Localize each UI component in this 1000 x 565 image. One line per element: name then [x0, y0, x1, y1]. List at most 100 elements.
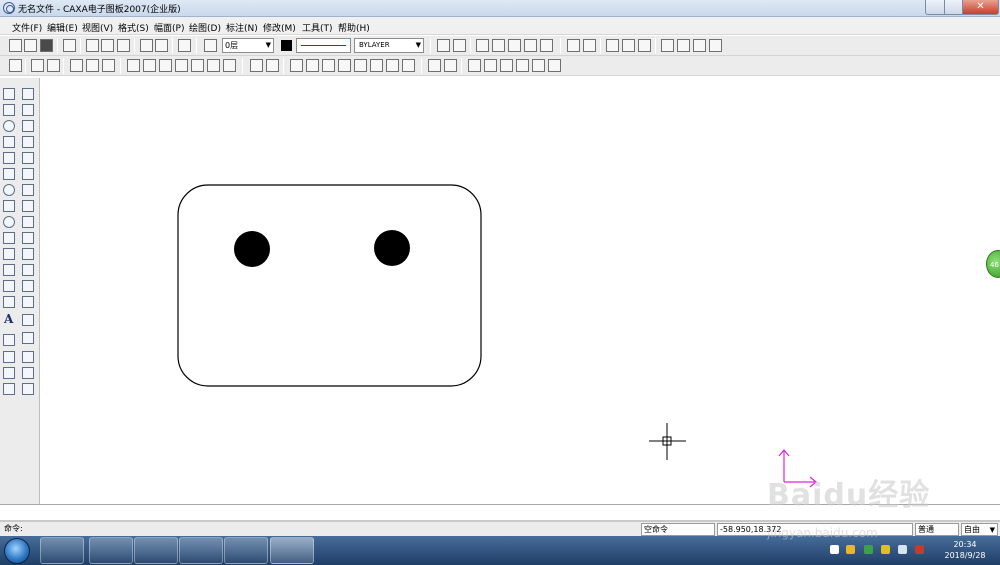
extend-tool-icon[interactable] — [22, 232, 34, 244]
library-manager-icon[interactable] — [693, 39, 706, 52]
zoom-all-icon[interactable] — [548, 59, 561, 72]
frame-icon[interactable] — [583, 39, 596, 52]
color-swatch[interactable] — [281, 40, 292, 51]
paste-icon[interactable] — [117, 39, 130, 52]
wave-line-icon[interactable] — [143, 59, 156, 72]
layer-select[interactable]: 0层 ▼ — [222, 38, 274, 53]
query-angle-icon[interactable] — [102, 59, 115, 72]
equidistant-line-tool-icon[interactable] — [3, 264, 15, 276]
pan-icon[interactable] — [444, 59, 457, 72]
chamfer-tool-icon[interactable] — [22, 314, 34, 326]
dimension-icon[interactable] — [250, 59, 263, 72]
menu-format[interactable]: 格式(S) — [118, 21, 149, 34]
tolerance-icon[interactable] — [354, 59, 367, 72]
undo-icon[interactable] — [140, 39, 153, 52]
centerline-icon[interactable] — [127, 59, 140, 72]
restore-button[interactable] — [944, 0, 963, 15]
redraw-icon[interactable] — [468, 59, 481, 72]
dimension-style-icon[interactable] — [508, 39, 521, 52]
bom-icon[interactable] — [638, 39, 651, 52]
trim-tool-icon[interactable] — [22, 200, 34, 212]
fillet-tool-icon[interactable] — [22, 216, 34, 228]
window-icon[interactable] — [47, 59, 60, 72]
open-file-icon[interactable] — [24, 39, 37, 52]
datum-icon[interactable] — [338, 59, 351, 72]
offset-tool-icon[interactable] — [22, 296, 34, 308]
zoom-realtime-icon[interactable] — [484, 59, 497, 72]
roughness-icon[interactable] — [322, 59, 335, 72]
block-icon[interactable] — [540, 39, 553, 52]
line-tool-icon[interactable] — [3, 88, 15, 100]
taskbar-app-2[interactable] — [89, 537, 133, 564]
weld-icon[interactable] — [370, 59, 383, 72]
snap-icon[interactable] — [437, 39, 450, 52]
section-icon[interactable] — [386, 59, 399, 72]
insert-block-icon[interactable] — [3, 351, 15, 363]
query-distance-icon[interactable] — [86, 59, 99, 72]
mirror-copy-tool-icon[interactable] — [22, 367, 34, 379]
menu-help[interactable]: 帮助(H) — [338, 21, 370, 34]
fullscreen-icon[interactable] — [9, 59, 22, 72]
polyline-tool-icon[interactable] — [3, 232, 15, 244]
sheet-setup-icon[interactable] — [567, 39, 580, 52]
taskbar-app-1[interactable] — [40, 537, 84, 564]
menu-file[interactable]: 文件(F) — [12, 21, 42, 34]
explode-tool-icon[interactable] — [22, 280, 34, 292]
double-line-icon[interactable] — [159, 59, 172, 72]
print-icon[interactable] — [63, 39, 76, 52]
menu-tools[interactable]: 工具(T) — [302, 21, 333, 34]
menu-draw[interactable]: 绘图(D) — [189, 21, 221, 34]
arc-tool-icon[interactable] — [3, 136, 15, 148]
polygon-tool-icon[interactable] — [3, 216, 15, 228]
scale-tool-icon[interactable] — [22, 184, 34, 196]
centerline-tool-icon[interactable] — [3, 248, 15, 260]
taskbar-paint[interactable] — [179, 537, 223, 564]
fill-tool-icon[interactable] — [3, 296, 15, 308]
library-settings-icon[interactable] — [709, 39, 722, 52]
image-tool-icon[interactable] — [3, 367, 15, 379]
hatch-icon[interactable] — [476, 39, 489, 52]
point-tool-icon[interactable] — [3, 168, 15, 180]
new-file-icon[interactable] — [9, 39, 22, 52]
close-button[interactable]: ✕ — [962, 0, 999, 15]
zoom-in-icon[interactable] — [516, 59, 529, 72]
circle-left[interactable] — [234, 231, 270, 267]
taskbar-ie[interactable] — [224, 537, 268, 564]
erase-tool-icon[interactable] — [22, 88, 34, 100]
lineweight-select[interactable]: BYLAYER ▼ — [354, 38, 424, 53]
view-icon[interactable] — [31, 59, 44, 72]
text-style-icon[interactable] — [492, 39, 505, 52]
parallel-line-tool-icon[interactable] — [3, 104, 15, 116]
ortho-icon[interactable] — [453, 39, 466, 52]
zoom-previous-icon[interactable] — [500, 59, 513, 72]
taskbar-caxa[interactable] — [270, 537, 314, 564]
text-tool-icon[interactable]: A — [4, 312, 13, 326]
ole-tool-icon[interactable] — [3, 383, 15, 395]
menu-edit[interactable]: 编辑(E) — [47, 21, 78, 34]
save-icon[interactable] — [40, 39, 53, 52]
hatch-tool-icon[interactable] — [3, 280, 15, 292]
rounded-rectangle[interactable] — [177, 184, 482, 387]
properties-tool-icon[interactable] — [22, 332, 34, 344]
query-point-icon[interactable] — [70, 59, 83, 72]
array-tool-icon[interactable] — [22, 168, 34, 180]
rotate-tool-icon[interactable] — [22, 152, 34, 164]
view-arrow-icon[interactable] — [402, 59, 415, 72]
coordinate-dimension-icon[interactable] — [266, 59, 279, 72]
menu-view[interactable]: 视图(V) — [82, 21, 113, 34]
linetype-select[interactable] — [296, 38, 351, 53]
start-button[interactable] — [4, 538, 30, 564]
angle-dimension-icon[interactable] — [290, 59, 303, 72]
drawing-canvas[interactable] — [41, 78, 1000, 504]
copy-icon[interactable] — [101, 39, 114, 52]
taskbar-app-3[interactable] — [134, 537, 178, 564]
mirror-tool-icon[interactable] — [22, 136, 34, 148]
minimize-button[interactable] — [925, 0, 945, 15]
menu-modify[interactable]: 修改(M) — [263, 21, 296, 34]
help-icon[interactable] — [178, 39, 191, 52]
insert-library-icon[interactable] — [677, 39, 690, 52]
spline-tool-icon[interactable] — [3, 152, 15, 164]
leader-icon[interactable] — [306, 59, 319, 72]
break-tool-icon[interactable] — [22, 248, 34, 260]
point-style-icon[interactable] — [524, 39, 537, 52]
